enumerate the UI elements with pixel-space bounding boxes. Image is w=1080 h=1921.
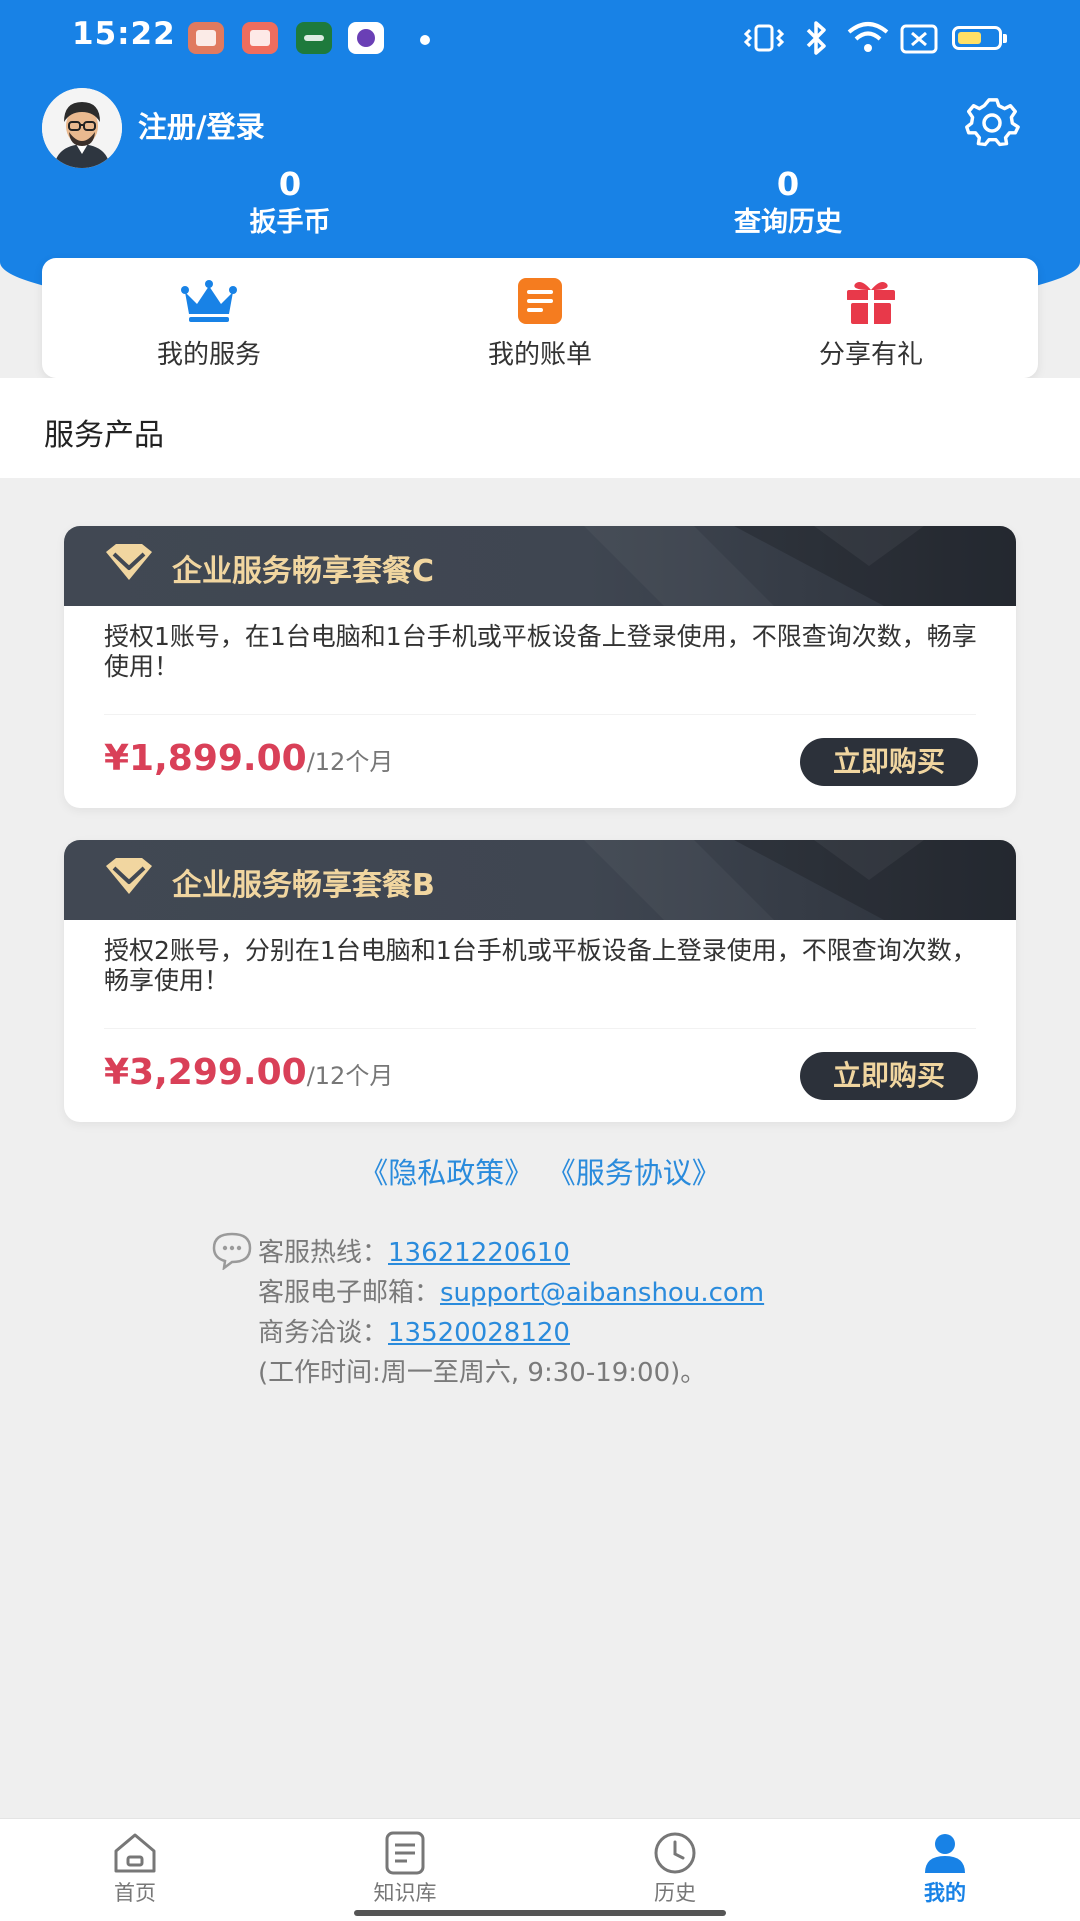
quick-actions-card: 我的服务 我的账单 分享有礼 xyxy=(42,258,1038,378)
hotline-row: 客服热线：13621220610 xyxy=(258,1232,570,1269)
login-register-link[interactable]: 注册/登录 xyxy=(138,104,265,146)
share-gift-button[interactable]: 分享有礼 xyxy=(756,278,986,371)
business-phone-link[interactable]: 13520028120 xyxy=(388,1318,570,1348)
email-link[interactable]: support@aibanshou.com xyxy=(440,1278,764,1308)
hotline-label: 客服热线： xyxy=(258,1238,389,1268)
battery-icon xyxy=(952,26,1007,50)
avatar[interactable] xyxy=(42,88,122,168)
home-indicator[interactable] xyxy=(354,1910,726,1916)
query-history-stat[interactable]: 0 查询历史 xyxy=(658,164,918,242)
email-row: 客服电子邮箱：support@aibanshou.com xyxy=(258,1272,764,1309)
email-label: 客服电子邮箱： xyxy=(258,1278,441,1308)
bottom-tab-bar: 首页 知识库 历史 我的 xyxy=(0,1818,1080,1921)
customer-service-icon xyxy=(212,1232,252,1270)
business-label: 商务洽谈： xyxy=(258,1318,389,1348)
tab-mine[interactable]: 我的 xyxy=(875,1831,1015,1907)
privacy-policy-link[interactable]: 《隐私政策》 xyxy=(359,1156,533,1190)
hotline-phone-link[interactable]: 13621220610 xyxy=(388,1238,570,1268)
working-hours: (工作时间:周一至周六, 9:30-19:00)。 xyxy=(258,1358,707,1388)
header-decoration xyxy=(584,526,1016,606)
vibrate-icon xyxy=(743,24,785,52)
bluetooth-icon xyxy=(806,21,826,55)
my-services-label: 我的服务 xyxy=(156,340,261,370)
bill-icon xyxy=(518,278,562,324)
sim-icon xyxy=(900,24,938,54)
buy-now-button[interactable]: 立即购买 xyxy=(800,738,978,786)
game-app-icon xyxy=(242,22,278,54)
my-services-button[interactable]: 我的服务 xyxy=(94,278,324,371)
user-icon xyxy=(925,1834,965,1873)
product-price: ¥3,299.00/12个月 xyxy=(104,1052,393,1093)
purple-app-icon xyxy=(348,22,384,54)
avatar-person-icon xyxy=(42,88,122,168)
business-row: 商务洽谈：13520028120 xyxy=(258,1312,570,1349)
wifi-icon xyxy=(847,22,889,52)
header-decoration xyxy=(584,840,1016,920)
product-description: 授权2账号，分别在1台电脑和1台手机或平板设备上登录使用，不限查询次数，畅享使用… xyxy=(104,936,977,995)
wrench-coin-label: 扳手币 xyxy=(249,207,331,238)
wrench-coin-count: 0 xyxy=(278,165,302,203)
gift-icon xyxy=(847,282,895,324)
price-value: ¥1,899.00 xyxy=(104,738,307,779)
tab-history[interactable]: 历史 xyxy=(605,1831,745,1907)
query-history-count: 0 xyxy=(776,165,800,203)
battery-level xyxy=(958,32,981,44)
product-title: 企业服务畅享套餐B xyxy=(172,868,435,903)
product-price: ¥1,899.00/12个月 xyxy=(104,738,393,779)
tab-knowledge-base-label: 知识库 xyxy=(373,1881,437,1905)
crown-icon xyxy=(181,280,237,322)
home-icon xyxy=(114,1833,156,1873)
service-agreement-link[interactable]: 《服务协议》 xyxy=(561,1156,721,1190)
my-bills-button[interactable]: 我的账单 xyxy=(425,278,655,371)
product-card: 企业服务畅享套餐C 授权1账号，在1台电脑和1台手机或平板设备上登录使用，不限查… xyxy=(64,526,1016,808)
mail-app-icon xyxy=(188,22,224,54)
product-description: 授权1账号，在1台电脑和1台手机或平板设备上登录使用，不限查询次数，畅享使用！ xyxy=(104,622,977,681)
divider xyxy=(104,714,976,715)
tab-history-label: 历史 xyxy=(654,1881,696,1905)
product-card-header: 企业服务畅享套餐B xyxy=(64,840,1016,920)
query-history-label: 查询历史 xyxy=(734,207,842,238)
diamond-icon xyxy=(106,544,152,580)
tab-knowledge-base[interactable]: 知识库 xyxy=(335,1831,475,1907)
tab-home-label: 首页 xyxy=(114,1881,156,1905)
legal-links: 《隐私政策》 《服务协议》 xyxy=(0,1150,1080,1192)
my-bills-label: 我的账单 xyxy=(487,340,592,370)
buy-now-button[interactable]: 立即购买 xyxy=(800,1052,978,1100)
status-bar: 15:22 xyxy=(0,0,1080,76)
more-notifications-dot xyxy=(420,35,430,45)
tab-mine-label: 我的 xyxy=(924,1881,966,1905)
settings-gear-icon[interactable] xyxy=(962,98,1024,148)
diamond-icon xyxy=(106,858,152,894)
share-gift-label: 分享有礼 xyxy=(818,340,923,370)
price-period: /12个月 xyxy=(306,1062,394,1090)
product-card-header: 企业服务畅享套餐C xyxy=(64,526,1016,606)
price-value: ¥3,299.00 xyxy=(104,1052,307,1093)
divider xyxy=(104,1028,976,1029)
section-title: 服务产品 xyxy=(44,418,164,453)
green-app-icon xyxy=(296,22,332,54)
clock-icon xyxy=(654,1832,696,1874)
tab-home[interactable]: 首页 xyxy=(65,1831,205,1907)
status-time: 15:22 xyxy=(72,16,176,52)
knowledge-icon xyxy=(385,1831,425,1875)
product-card: 企业服务畅享套餐B 授权2账号，分别在1台电脑和1台手机或平板设备上登录使用，不… xyxy=(64,840,1016,1122)
wrench-coin-stat[interactable]: 0 扳手币 xyxy=(160,164,420,242)
product-title: 企业服务畅享套餐C xyxy=(172,554,435,589)
price-period: /12个月 xyxy=(306,748,394,776)
